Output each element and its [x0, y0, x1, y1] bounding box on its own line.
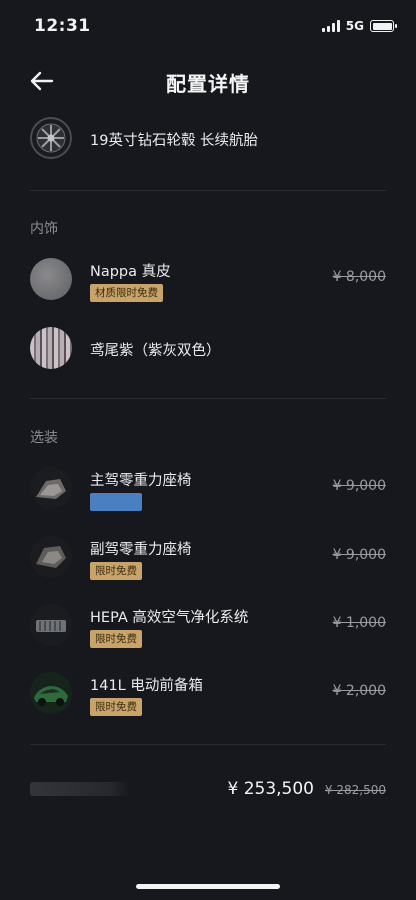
option-item-name: 主驾零重力座椅: [90, 473, 192, 489]
nav-bar: 配置详情: [0, 56, 416, 106]
promo-tag: 限时免费: [90, 630, 142, 648]
option-item-frunk: 141L 电动前备箱 限时免费 ¥ 2,000: [30, 672, 386, 720]
original-price: ¥ 2,000: [332, 683, 386, 699]
divider: [30, 398, 386, 399]
option-item-name: HEPA 高效空气净化系统: [90, 610, 249, 626]
status-time: 12:31: [34, 16, 91, 36]
interior-item-leather: Nappa 真皮 材质限时免费 ¥ 8,000: [30, 258, 386, 306]
color-swatch: [30, 327, 72, 369]
section-title-interior: 内饰: [30, 221, 58, 237]
status-indicators: 5G: [321, 19, 397, 33]
wheel-name: 19英寸钻石轮毂 长续航胎: [90, 133, 259, 149]
promo-tag: 限时免费: [90, 562, 142, 580]
total-price: ¥ 253,500: [227, 779, 314, 799]
promo-tag: [90, 493, 142, 511]
frunk-thumbnail: [30, 672, 72, 714]
price-summary: ¥ 253,500 ¥ 282,500: [30, 772, 386, 808]
network-type: 5G: [345, 19, 364, 33]
divider: [30, 744, 386, 745]
blurred-label: [30, 782, 130, 796]
status-bar: 12:31 5G: [0, 0, 416, 52]
page-title: 配置详情: [166, 72, 250, 96]
total-original-price: ¥ 282,500: [324, 783, 386, 797]
option-item-name: 141L 电动前备箱: [90, 678, 203, 694]
interior-item-name: Nappa 真皮: [90, 264, 171, 280]
option-item-driver-seat: 主驾零重力座椅 ¥ 9,000: [30, 467, 386, 515]
interior-item-color: 鸢尾紫（紫灰双色）: [30, 327, 386, 375]
option-item-passenger-seat: 副驾零重力座椅 限时免费 ¥ 9,000: [30, 536, 386, 584]
original-price: ¥ 9,000: [332, 478, 386, 494]
original-price: ¥ 8,000: [332, 269, 386, 285]
air-purifier-thumbnail: [30, 604, 72, 646]
seat-thumbnail: [30, 536, 72, 578]
battery-icon: [370, 20, 397, 32]
promo-tag: 限时免费: [90, 698, 142, 716]
leather-swatch: [30, 258, 72, 300]
original-price: ¥ 9,000: [332, 547, 386, 563]
wheel-row: 19英寸钻石轮毂 长续航胎: [30, 117, 386, 165]
option-item-name: 副驾零重力座椅: [90, 542, 192, 558]
wheel-icon: [30, 117, 72, 159]
interior-item-name: 鸢尾紫（紫灰双色）: [90, 343, 221, 359]
promo-tag: 材质限时免费: [90, 284, 163, 302]
divider: [30, 190, 386, 191]
section-title-options: 选装: [30, 430, 58, 446]
home-indicator[interactable]: [136, 884, 280, 889]
option-item-hepa: HEPA 高效空气净化系统 限时免费 ¥ 1,000: [30, 604, 386, 652]
seat-thumbnail: [30, 467, 72, 509]
signal-icon: [321, 20, 340, 32]
original-price: ¥ 1,000: [332, 615, 386, 631]
